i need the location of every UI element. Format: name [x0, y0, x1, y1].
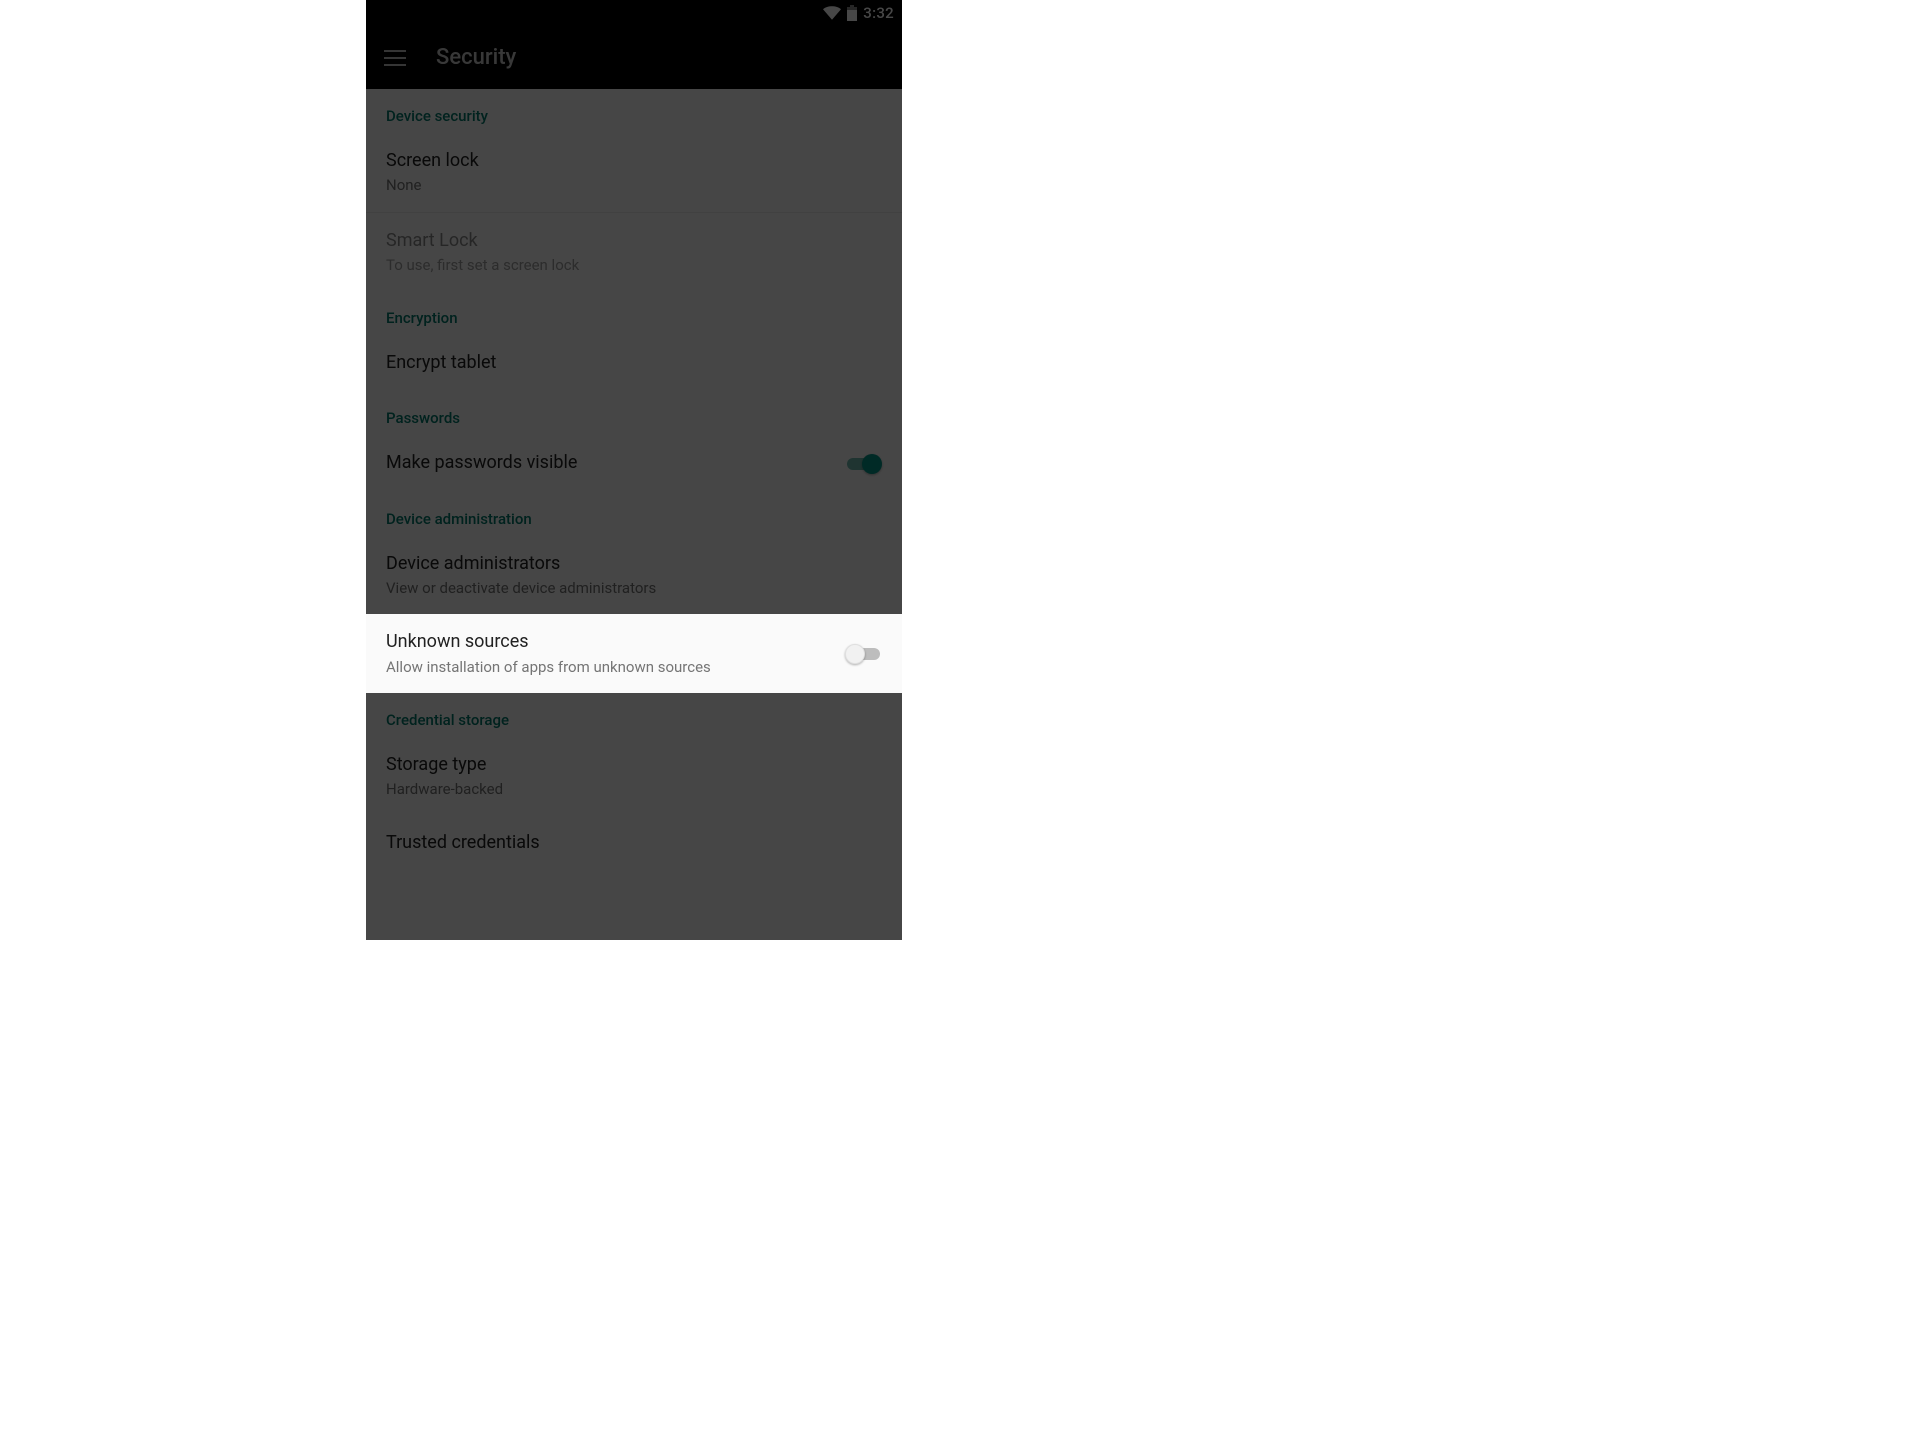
setting-title: Screen lock — [386, 149, 882, 173]
status-bar: 3:32 — [366, 0, 902, 26]
section-header: Passwords — [366, 391, 902, 435]
setting-subtitle: Allow installation of apps from unknown … — [386, 657, 827, 677]
toggle-unknown_sources[interactable] — [845, 644, 882, 664]
toggle-make_passwords_visible[interactable] — [845, 454, 882, 474]
settings-list[interactable]: Device securityScreen lockNoneSmart Lock… — [366, 89, 902, 872]
setting-encrypt_tablet[interactable]: Encrypt tablet — [366, 335, 902, 391]
setting-subtitle: View or deactivate device administrators — [386, 578, 882, 598]
setting-smart_lock: Smart LockTo use, first set a screen loc… — [366, 213, 902, 292]
setting-subtitle: Hardware-backed — [386, 779, 882, 799]
device-frame: 3:32 Security Device securityScreen lock… — [366, 0, 902, 940]
setting-device_admins[interactable]: Device administratorsView or deactivate … — [366, 536, 902, 615]
section-header: Device security — [366, 89, 902, 133]
setting-subtitle: To use, first set a screen lock — [386, 255, 882, 275]
setting-trusted_credentials[interactable]: Trusted credentials — [366, 815, 902, 871]
status-clock: 3:32 — [863, 4, 894, 22]
section-header: Credential storage — [366, 693, 902, 737]
setting-title: Encrypt tablet — [386, 351, 882, 375]
section-header: Device administration — [366, 492, 902, 536]
setting-unknown_sources[interactable]: Unknown sources Allow installation of app… — [366, 614, 902, 693]
app-bar: Security — [366, 26, 902, 89]
setting-title: Make passwords visible — [386, 451, 827, 475]
battery-icon — [847, 5, 857, 21]
setting-title: Smart Lock — [386, 229, 882, 253]
section-header: Encryption — [366, 291, 902, 335]
setting-title: Unknown sources — [386, 630, 827, 654]
setting-screen_lock[interactable]: Screen lockNone — [366, 133, 902, 213]
setting-storage_type[interactable]: Storage typeHardware-backed — [366, 737, 902, 816]
wifi-icon — [823, 6, 841, 20]
setting-title: Trusted credentials — [386, 831, 882, 855]
page-title: Security — [436, 45, 516, 70]
setting-title: Device administrators — [386, 552, 882, 576]
setting-title: Storage type — [386, 753, 882, 777]
setting-subtitle: None — [386, 175, 882, 195]
setting-make_passwords_visible[interactable]: Make passwords visible — [366, 435, 902, 491]
menu-icon[interactable] — [384, 50, 406, 66]
